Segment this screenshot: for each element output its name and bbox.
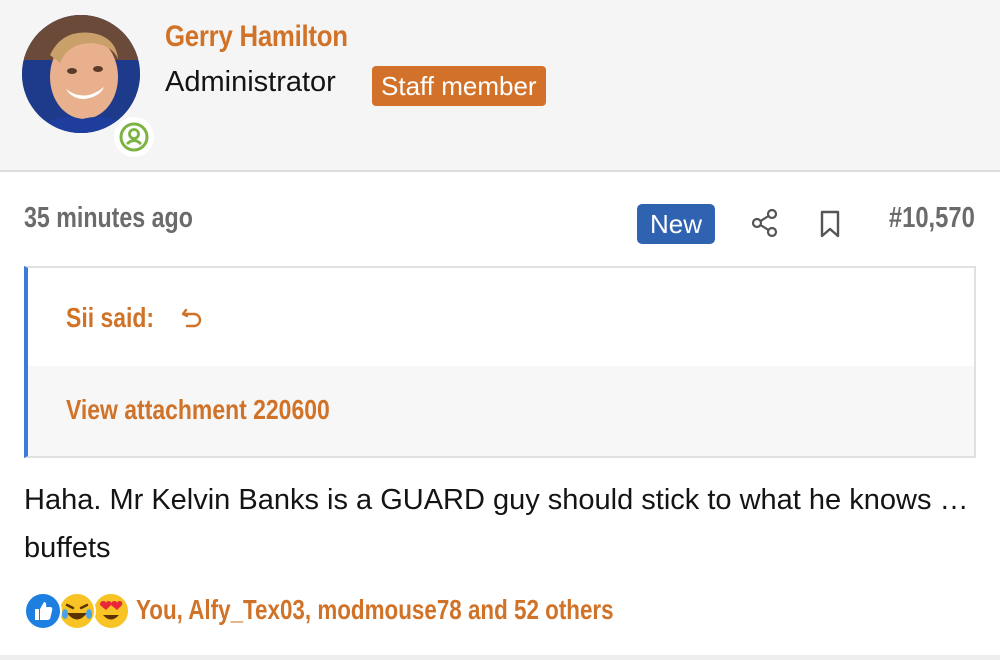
haha-icon (58, 592, 96, 630)
reaction-users-link[interactable]: You, Alfy_Tex03, modmouse78 and 52 other… (136, 594, 614, 626)
post-message: Haha. Mr Kelvin Banks is a GUARD guy sho… (24, 484, 969, 564)
reaction-icons[interactable] (24, 592, 134, 630)
username-link[interactable]: Gerry Hamilton (165, 20, 348, 54)
online-user-icon (114, 117, 154, 157)
bookmark-icon[interactable] (818, 210, 842, 238)
post-timestamp[interactable]: 35 minutes ago (24, 202, 193, 235)
post-header: Gerry Hamilton Administrator Staff membe… (0, 0, 1000, 172)
share-icon[interactable] (750, 208, 780, 238)
post-divider (0, 655, 1000, 660)
view-attachment-link[interactable]: View attachment 220600 (66, 394, 330, 426)
like-icon (24, 592, 62, 630)
quote-author-link[interactable]: Sii said: (66, 302, 154, 334)
quote-content: View attachment 220600 (28, 366, 974, 456)
post-number-link[interactable]: #10,570 (889, 202, 975, 235)
love-icon (92, 592, 130, 630)
avatar-container[interactable] (22, 15, 154, 157)
new-badge: New (637, 204, 715, 244)
staff-badge: Staff member (372, 66, 546, 106)
avatar[interactable] (22, 15, 140, 133)
goto-quote-icon[interactable] (180, 306, 204, 330)
quote-header: Sii said: (28, 268, 974, 366)
user-title: Administrator (165, 66, 336, 98)
post-meta-bar: 35 minutes ago New #10,570 (0, 174, 1000, 266)
quote-block: Sii said: View attachment 220600 (24, 266, 976, 458)
